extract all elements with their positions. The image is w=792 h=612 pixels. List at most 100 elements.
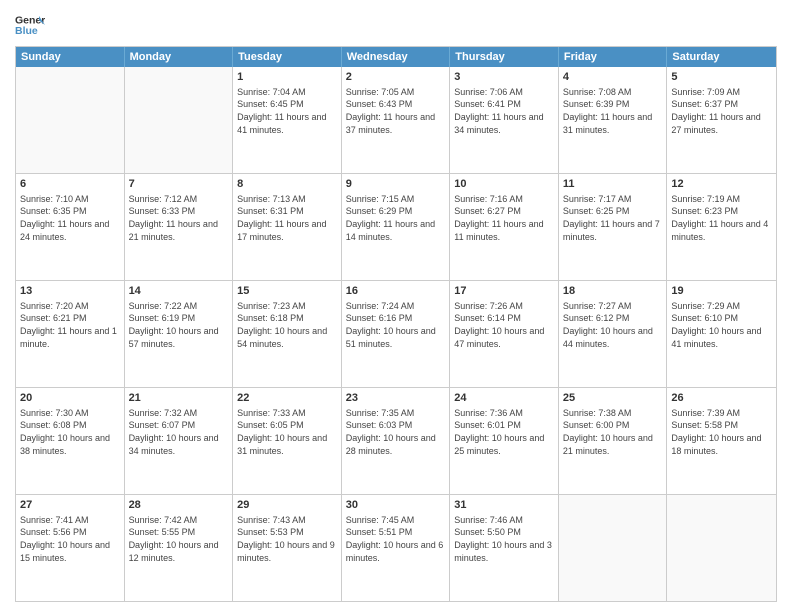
calendar-cell-empty bbox=[16, 67, 125, 173]
calendar-cell-day-16: 16Sunrise: 7:24 AM Sunset: 6:16 PM Dayli… bbox=[342, 281, 451, 387]
cell-text: Sunrise: 7:46 AM Sunset: 5:50 PM Dayligh… bbox=[454, 514, 554, 564]
calendar-cell-day-4: 4Sunrise: 7:08 AM Sunset: 6:39 PM Daylig… bbox=[559, 67, 668, 173]
weekday-header-wednesday: Wednesday bbox=[342, 47, 451, 67]
calendar-cell-empty bbox=[667, 495, 776, 601]
cell-text: Sunrise: 7:30 AM Sunset: 6:08 PM Dayligh… bbox=[20, 407, 120, 457]
cell-text: Sunrise: 7:17 AM Sunset: 6:25 PM Dayligh… bbox=[563, 193, 663, 243]
day-number: 12 bbox=[671, 177, 772, 192]
cell-text: Sunrise: 7:06 AM Sunset: 6:41 PM Dayligh… bbox=[454, 86, 554, 136]
calendar-cell-day-25: 25Sunrise: 7:38 AM Sunset: 6:00 PM Dayli… bbox=[559, 388, 668, 494]
day-number: 1 bbox=[237, 70, 337, 85]
calendar-row-3: 20Sunrise: 7:30 AM Sunset: 6:08 PM Dayli… bbox=[16, 387, 776, 494]
cell-text: Sunrise: 7:22 AM Sunset: 6:19 PM Dayligh… bbox=[129, 300, 229, 350]
calendar: SundayMondayTuesdayWednesdayThursdayFrid… bbox=[15, 46, 777, 602]
cell-text: Sunrise: 7:20 AM Sunset: 6:21 PM Dayligh… bbox=[20, 300, 120, 350]
day-number: 6 bbox=[20, 177, 120, 192]
day-number: 30 bbox=[346, 498, 446, 513]
cell-text: Sunrise: 7:05 AM Sunset: 6:43 PM Dayligh… bbox=[346, 86, 446, 136]
calendar-cell-day-1: 1Sunrise: 7:04 AM Sunset: 6:45 PM Daylig… bbox=[233, 67, 342, 173]
calendar-cell-day-17: 17Sunrise: 7:26 AM Sunset: 6:14 PM Dayli… bbox=[450, 281, 559, 387]
calendar-cell-day-22: 22Sunrise: 7:33 AM Sunset: 6:05 PM Dayli… bbox=[233, 388, 342, 494]
cell-text: Sunrise: 7:10 AM Sunset: 6:35 PM Dayligh… bbox=[20, 193, 120, 243]
cell-text: Sunrise: 7:19 AM Sunset: 6:23 PM Dayligh… bbox=[671, 193, 772, 243]
header: General Blue bbox=[15, 10, 777, 40]
calendar-cell-day-7: 7Sunrise: 7:12 AM Sunset: 6:33 PM Daylig… bbox=[125, 174, 234, 280]
cell-text: Sunrise: 7:23 AM Sunset: 6:18 PM Dayligh… bbox=[237, 300, 337, 350]
day-number: 26 bbox=[671, 391, 772, 406]
day-number: 22 bbox=[237, 391, 337, 406]
cell-text: Sunrise: 7:29 AM Sunset: 6:10 PM Dayligh… bbox=[671, 300, 772, 350]
logo: General Blue bbox=[15, 10, 45, 40]
day-number: 4 bbox=[563, 70, 663, 85]
cell-text: Sunrise: 7:45 AM Sunset: 5:51 PM Dayligh… bbox=[346, 514, 446, 564]
calendar-cell-day-19: 19Sunrise: 7:29 AM Sunset: 6:10 PM Dayli… bbox=[667, 281, 776, 387]
cell-text: Sunrise: 7:08 AM Sunset: 6:39 PM Dayligh… bbox=[563, 86, 663, 136]
svg-text:Blue: Blue bbox=[15, 25, 38, 37]
calendar-row-0: 1Sunrise: 7:04 AM Sunset: 6:45 PM Daylig… bbox=[16, 67, 776, 173]
cell-text: Sunrise: 7:32 AM Sunset: 6:07 PM Dayligh… bbox=[129, 407, 229, 457]
calendar-cell-day-26: 26Sunrise: 7:39 AM Sunset: 5:58 PM Dayli… bbox=[667, 388, 776, 494]
day-number: 18 bbox=[563, 284, 663, 299]
day-number: 21 bbox=[129, 391, 229, 406]
cell-text: Sunrise: 7:27 AM Sunset: 6:12 PM Dayligh… bbox=[563, 300, 663, 350]
day-number: 7 bbox=[129, 177, 229, 192]
day-number: 16 bbox=[346, 284, 446, 299]
weekday-header-thursday: Thursday bbox=[450, 47, 559, 67]
cell-text: Sunrise: 7:35 AM Sunset: 6:03 PM Dayligh… bbox=[346, 407, 446, 457]
calendar-cell-day-30: 30Sunrise: 7:45 AM Sunset: 5:51 PM Dayli… bbox=[342, 495, 451, 601]
day-number: 27 bbox=[20, 498, 120, 513]
calendar-cell-day-23: 23Sunrise: 7:35 AM Sunset: 6:03 PM Dayli… bbox=[342, 388, 451, 494]
calendar-cell-day-29: 29Sunrise: 7:43 AM Sunset: 5:53 PM Dayli… bbox=[233, 495, 342, 601]
calendar-cell-empty bbox=[125, 67, 234, 173]
calendar-cell-day-3: 3Sunrise: 7:06 AM Sunset: 6:41 PM Daylig… bbox=[450, 67, 559, 173]
day-number: 17 bbox=[454, 284, 554, 299]
calendar-row-4: 27Sunrise: 7:41 AM Sunset: 5:56 PM Dayli… bbox=[16, 494, 776, 601]
cell-text: Sunrise: 7:42 AM Sunset: 5:55 PM Dayligh… bbox=[129, 514, 229, 564]
cell-text: Sunrise: 7:16 AM Sunset: 6:27 PM Dayligh… bbox=[454, 193, 554, 243]
day-number: 19 bbox=[671, 284, 772, 299]
day-number: 10 bbox=[454, 177, 554, 192]
day-number: 31 bbox=[454, 498, 554, 513]
calendar-cell-day-28: 28Sunrise: 7:42 AM Sunset: 5:55 PM Dayli… bbox=[125, 495, 234, 601]
calendar-cell-day-21: 21Sunrise: 7:32 AM Sunset: 6:07 PM Dayli… bbox=[125, 388, 234, 494]
logo-icon: General Blue bbox=[15, 10, 45, 40]
cell-text: Sunrise: 7:24 AM Sunset: 6:16 PM Dayligh… bbox=[346, 300, 446, 350]
day-number: 20 bbox=[20, 391, 120, 406]
calendar-cell-day-10: 10Sunrise: 7:16 AM Sunset: 6:27 PM Dayli… bbox=[450, 174, 559, 280]
cell-text: Sunrise: 7:15 AM Sunset: 6:29 PM Dayligh… bbox=[346, 193, 446, 243]
calendar-cell-day-24: 24Sunrise: 7:36 AM Sunset: 6:01 PM Dayli… bbox=[450, 388, 559, 494]
calendar-cell-day-20: 20Sunrise: 7:30 AM Sunset: 6:08 PM Dayli… bbox=[16, 388, 125, 494]
calendar-header: SundayMondayTuesdayWednesdayThursdayFrid… bbox=[16, 47, 776, 67]
weekday-header-sunday: Sunday bbox=[16, 47, 125, 67]
calendar-body: 1Sunrise: 7:04 AM Sunset: 6:45 PM Daylig… bbox=[16, 67, 776, 601]
weekday-header-tuesday: Tuesday bbox=[233, 47, 342, 67]
calendar-cell-empty bbox=[559, 495, 668, 601]
day-number: 15 bbox=[237, 284, 337, 299]
calendar-cell-day-6: 6Sunrise: 7:10 AM Sunset: 6:35 PM Daylig… bbox=[16, 174, 125, 280]
day-number: 28 bbox=[129, 498, 229, 513]
day-number: 5 bbox=[671, 70, 772, 85]
calendar-cell-day-11: 11Sunrise: 7:17 AM Sunset: 6:25 PM Dayli… bbox=[559, 174, 668, 280]
weekday-header-monday: Monday bbox=[125, 47, 234, 67]
calendar-cell-day-13: 13Sunrise: 7:20 AM Sunset: 6:21 PM Dayli… bbox=[16, 281, 125, 387]
day-number: 25 bbox=[563, 391, 663, 406]
cell-text: Sunrise: 7:13 AM Sunset: 6:31 PM Dayligh… bbox=[237, 193, 337, 243]
weekday-header-saturday: Saturday bbox=[667, 47, 776, 67]
cell-text: Sunrise: 7:04 AM Sunset: 6:45 PM Dayligh… bbox=[237, 86, 337, 136]
day-number: 29 bbox=[237, 498, 337, 513]
calendar-cell-day-14: 14Sunrise: 7:22 AM Sunset: 6:19 PM Dayli… bbox=[125, 281, 234, 387]
calendar-cell-day-15: 15Sunrise: 7:23 AM Sunset: 6:18 PM Dayli… bbox=[233, 281, 342, 387]
cell-text: Sunrise: 7:12 AM Sunset: 6:33 PM Dayligh… bbox=[129, 193, 229, 243]
calendar-cell-day-5: 5Sunrise: 7:09 AM Sunset: 6:37 PM Daylig… bbox=[667, 67, 776, 173]
cell-text: Sunrise: 7:38 AM Sunset: 6:00 PM Dayligh… bbox=[563, 407, 663, 457]
cell-text: Sunrise: 7:43 AM Sunset: 5:53 PM Dayligh… bbox=[237, 514, 337, 564]
calendar-cell-day-9: 9Sunrise: 7:15 AM Sunset: 6:29 PM Daylig… bbox=[342, 174, 451, 280]
cell-text: Sunrise: 7:33 AM Sunset: 6:05 PM Dayligh… bbox=[237, 407, 337, 457]
day-number: 14 bbox=[129, 284, 229, 299]
day-number: 23 bbox=[346, 391, 446, 406]
cell-text: Sunrise: 7:36 AM Sunset: 6:01 PM Dayligh… bbox=[454, 407, 554, 457]
day-number: 3 bbox=[454, 70, 554, 85]
calendar-cell-day-27: 27Sunrise: 7:41 AM Sunset: 5:56 PM Dayli… bbox=[16, 495, 125, 601]
cell-text: Sunrise: 7:09 AM Sunset: 6:37 PM Dayligh… bbox=[671, 86, 772, 136]
calendar-cell-day-18: 18Sunrise: 7:27 AM Sunset: 6:12 PM Dayli… bbox=[559, 281, 668, 387]
